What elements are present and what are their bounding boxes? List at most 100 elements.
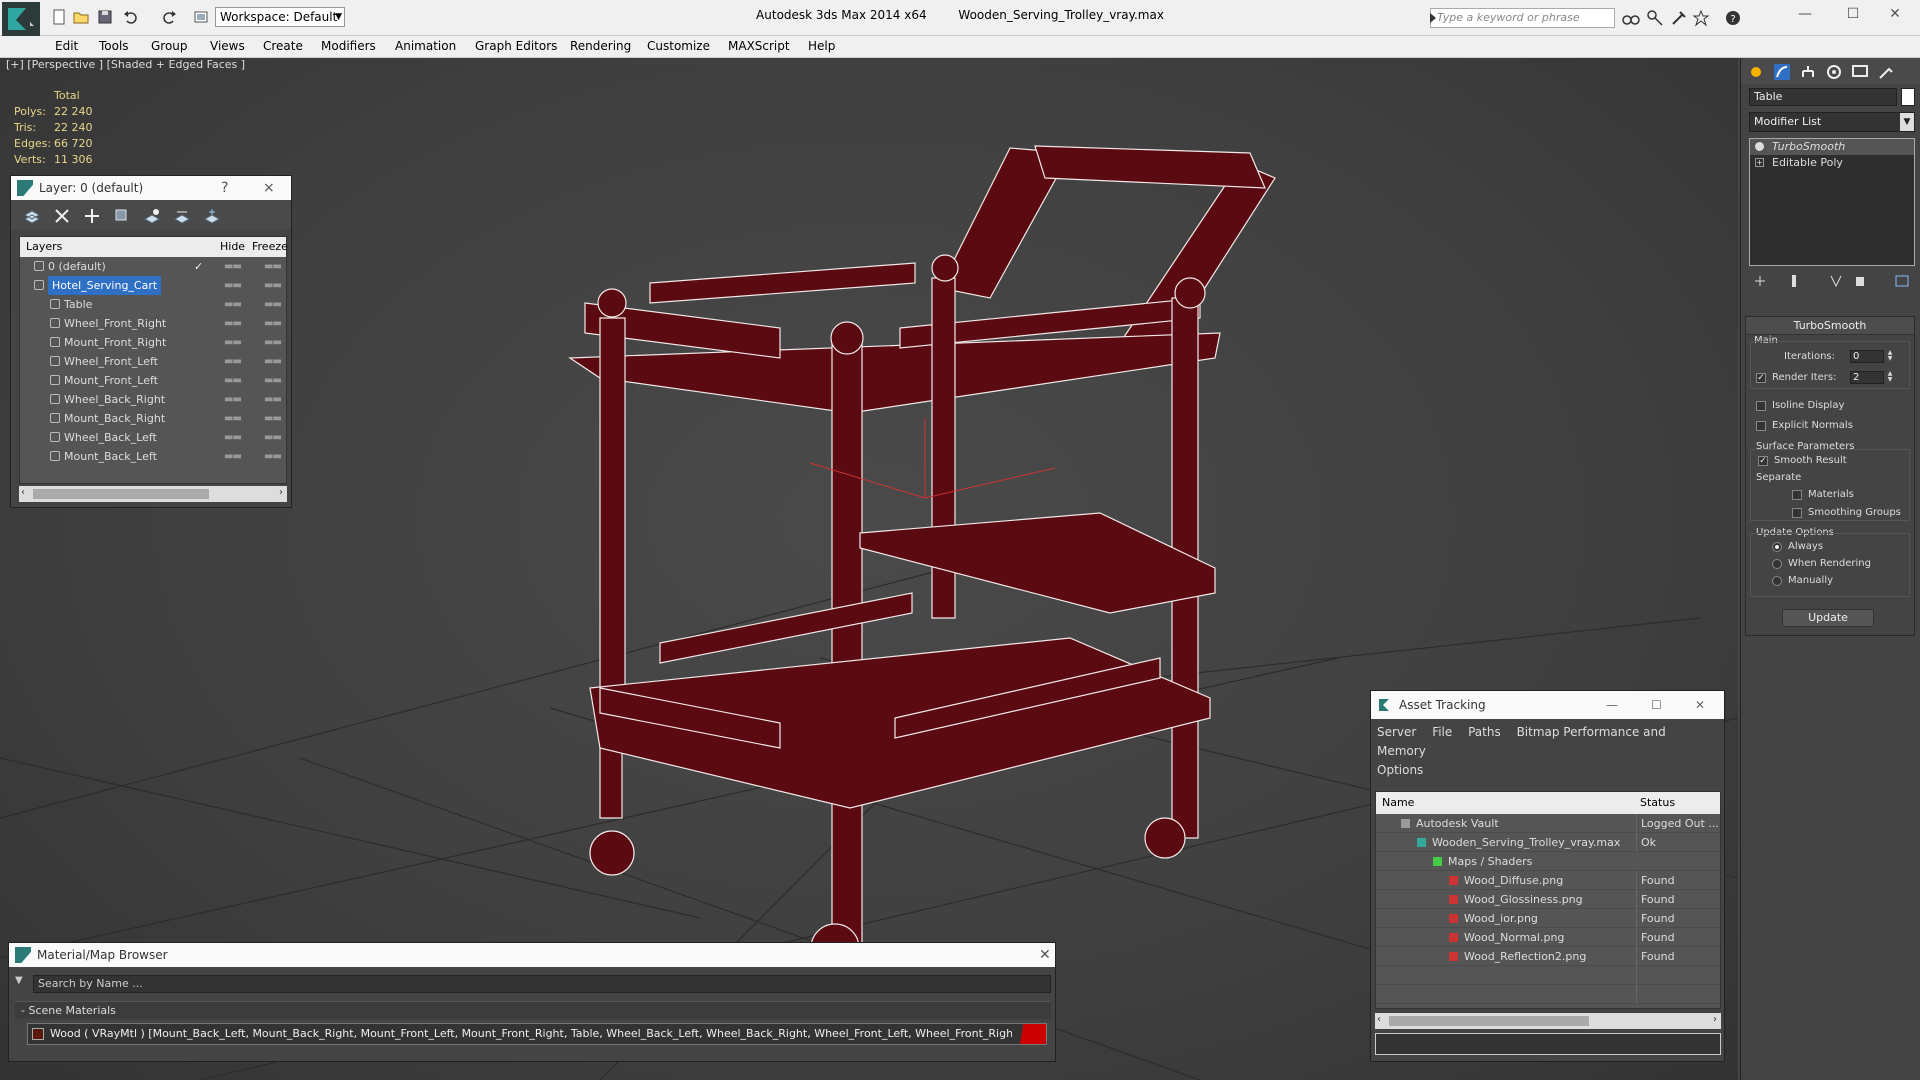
asset-table[interactable]: Name Status Autodesk Vault Logged Out ...… (1375, 791, 1721, 1009)
layer-hide-toggle[interactable]: ▬▬ (224, 371, 242, 390)
search-input[interactable]: Type a keyword or phrase (1430, 8, 1615, 28)
layer-hide-toggle[interactable]: ▬▬ (224, 295, 242, 314)
render-iters-checkbox[interactable]: ✓ (1756, 373, 1766, 383)
new-file-icon[interactable] (50, 8, 68, 26)
show-end-result-icon[interactable] (1787, 274, 1801, 288)
menu-tools[interactable]: Tools (99, 39, 129, 53)
menu-options[interactable]: Options (1377, 763, 1423, 777)
iterations-spinner-arrows[interactable]: ▲ ▼ (1886, 350, 1894, 363)
asset-row[interactable]: Wood_ior.png Found (1376, 909, 1720, 928)
menu-rendering[interactable]: Rendering (570, 39, 631, 53)
layer-freeze-toggle[interactable]: ▬▬ (264, 390, 282, 409)
freeze-all-layers-icon[interactable] (203, 207, 221, 225)
layer-row[interactable]: Mount_Front_Right ▬▬ ▬▬ (20, 333, 286, 352)
scroll-left-icon[interactable]: ‹ (1377, 1014, 1381, 1025)
minimize-button[interactable]: — (1790, 6, 1820, 26)
asset-row[interactable]: Wood_Diffuse.png Found (1376, 871, 1720, 890)
app-logo-button[interactable] (2, 2, 40, 36)
options-chevron-icon[interactable]: ▼ (15, 975, 23, 986)
menu-animation[interactable]: Animation (395, 39, 456, 53)
layer-row[interactable]: Table ▬▬ ▬▬ (20, 295, 286, 314)
scroll-left-icon[interactable]: ‹ (21, 487, 25, 498)
asset-row[interactable]: Autodesk Vault Logged Out ... (1376, 814, 1720, 833)
help-icon[interactable]: ? (1724, 9, 1742, 27)
make-unique-icon[interactable] (1829, 274, 1843, 288)
layer-stack-icon[interactable] (23, 207, 41, 225)
close-button[interactable]: ✕ (1880, 6, 1910, 26)
binoculars-icon[interactable] (1622, 9, 1640, 27)
layer-hide-toggle[interactable]: ▬▬ (224, 409, 242, 428)
layer-row[interactable]: Wheel_Back_Left ▬▬ ▬▬ (20, 428, 286, 447)
hierarchy-tab-icon[interactable] (1799, 63, 1817, 81)
project-folder-icon[interactable] (192, 8, 210, 26)
expand-icon[interactable]: + (1755, 158, 1764, 167)
smoothing-groups-checkbox[interactable] (1792, 508, 1802, 518)
star-icon[interactable] (1692, 9, 1710, 27)
configure-sets-icon[interactable] (1895, 274, 1909, 288)
layer-hide-toggle[interactable]: ▬▬ (224, 352, 242, 371)
remove-modifier-icon[interactable] (1853, 274, 1867, 288)
asset-tracking-titlebar[interactable]: Asset Tracking — ☐ ✕ (1371, 691, 1724, 719)
menu-server[interactable]: Server (1377, 725, 1416, 739)
layer-freeze-toggle[interactable]: ▬▬ (264, 257, 282, 276)
horizontal-scrollbar[interactable]: ‹ › (1375, 1013, 1721, 1029)
layer-row[interactable]: Wheel_Back_Right ▬▬ ▬▬ (20, 390, 286, 409)
minimize-button[interactable]: — (1606, 691, 1618, 719)
column-status[interactable]: Status (1640, 792, 1675, 814)
add-layer-icon[interactable] (83, 207, 101, 225)
column-freeze[interactable]: Freeze (252, 237, 288, 257)
menu-modifiers[interactable]: Modifiers (321, 39, 376, 53)
menu-edit[interactable]: Edit (55, 39, 78, 53)
render-iters-spinner-arrows[interactable]: ▲ ▼ (1886, 371, 1894, 384)
menu-views[interactable]: Views (210, 39, 245, 53)
layer-hide-toggle[interactable]: ▬▬ (224, 447, 242, 466)
layer-hide-toggle[interactable]: ▬▬ (224, 333, 242, 352)
scroll-thumb[interactable] (1389, 1016, 1589, 1026)
isoline-display-checkbox[interactable] (1756, 401, 1766, 411)
viewport-label[interactable]: [+] [Perspective ] [Shaded + Edged Faces… (6, 58, 245, 71)
update-always-radio[interactable] (1772, 542, 1782, 552)
object-name-field[interactable]: Table (1749, 88, 1897, 106)
layer-freeze-toggle[interactable]: ▬▬ (264, 333, 282, 352)
modifier-stack[interactable]: TurboSmooth + Editable Poly (1749, 138, 1915, 266)
asset-row[interactable]: Wooden_Serving_Trolley_vray.max Ok (1376, 833, 1720, 852)
help-button[interactable]: ? (221, 176, 228, 200)
stack-item-turbosmooth[interactable]: TurboSmooth (1750, 139, 1914, 155)
material-browser-titlebar[interactable]: Material/Map Browser ✕ (9, 943, 1055, 967)
select-objects-icon[interactable] (113, 207, 131, 225)
close-button[interactable]: × (263, 176, 275, 200)
layer-hide-toggle[interactable]: ▬▬ (224, 390, 242, 409)
stack-item-editable-poly[interactable]: + Editable Poly (1750, 155, 1914, 171)
material-entry-wood[interactable]: Wood ( VRayMtl ) [Mount_Back_Left, Mount… (27, 1023, 1047, 1045)
layer-manager-titlebar[interactable]: Layer: 0 (default) ? × (11, 176, 291, 200)
save-file-icon[interactable] (96, 8, 114, 26)
layer-row[interactable]: Wheel_Front_Left ▬▬ ▬▬ (20, 352, 286, 371)
material-search-input[interactable]: Search by Name ... (33, 975, 1051, 993)
menu-create[interactable]: Create (263, 39, 303, 53)
layer-freeze-toggle[interactable]: ▬▬ (264, 352, 282, 371)
layer-row[interactable]: Mount_Back_Right ▬▬ ▬▬ (20, 409, 286, 428)
layer-row[interactable]: Mount_Back_Left ▬▬ ▬▬ (20, 447, 286, 466)
layer-hide-toggle[interactable]: ▬▬ (224, 257, 242, 276)
iterations-spinner[interactable]: 0 (1850, 350, 1884, 363)
layer-freeze-toggle[interactable]: ▬▬ (264, 314, 282, 333)
lightbulb-icon[interactable] (1755, 142, 1764, 151)
asset-row[interactable]: Wood_Reflection2.png Found (1376, 947, 1720, 966)
close-button[interactable]: ✕ (1039, 943, 1051, 967)
menu-graph-editors[interactable]: Graph Editors (475, 39, 557, 53)
search-arrow-icon[interactable] (1424, 9, 1442, 27)
undo-icon[interactable] (122, 8, 140, 26)
layer-freeze-toggle[interactable]: ▬▬ (264, 276, 282, 295)
menu-customize[interactable]: Customize (647, 39, 710, 53)
layer-freeze-toggle[interactable]: ▬▬ (264, 295, 282, 314)
menu-help[interactable]: Help (808, 39, 835, 53)
render-iters-spinner[interactable]: 2 (1850, 371, 1884, 384)
delete-layer-icon[interactable] (53, 207, 71, 225)
column-layers[interactable]: Layers (26, 237, 62, 257)
layer-freeze-toggle[interactable]: ▬▬ (264, 447, 282, 466)
key-icon[interactable] (1646, 9, 1664, 27)
maximize-button[interactable]: ☐ (1651, 691, 1662, 719)
layer-row[interactable]: Hotel_Serving_Cart ▬▬ ▬▬ (20, 276, 286, 295)
scene-materials-group[interactable]: - Scene Materials (15, 1001, 1051, 1019)
scroll-thumb[interactable] (33, 489, 209, 499)
